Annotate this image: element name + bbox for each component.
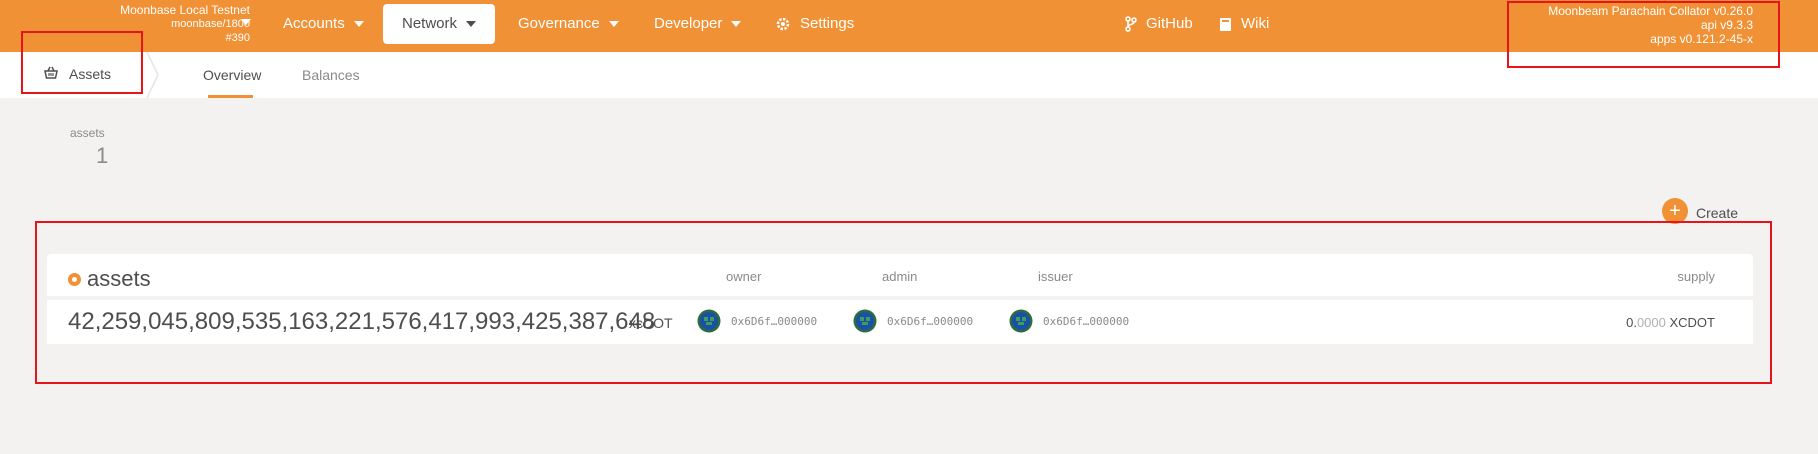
nav-accounts-label: Accounts: [283, 15, 345, 32]
nav-governance[interactable]: Governance: [518, 4, 619, 44]
bullet-icon: [68, 272, 81, 286]
chain-block: #390: [225, 32, 250, 44]
nav-settings[interactable]: Settings: [775, 4, 854, 44]
chevron-down-icon: [353, 21, 364, 27]
asset-id: 42,259,045,809,535,163,221,576,417,993,4…: [68, 308, 656, 335]
tab-balances[interactable]: Balances: [302, 67, 360, 83]
owner-account[interactable]: 0x6D6f…000000: [697, 309, 817, 333]
nav-developer-label: Developer: [654, 15, 723, 32]
supply-unit: XCDOT: [1665, 315, 1715, 330]
gear-icon: [775, 16, 791, 32]
nav-developer[interactable]: Developer: [654, 4, 742, 44]
chain-selector[interactable]: Moonbase Local Testnet moonbase/1800 #39…: [98, 3, 250, 45]
summary-value: 1: [96, 143, 109, 168]
issuer-account[interactable]: 0x6D6f…000000: [1009, 309, 1129, 333]
table-row: 42,259,045,809,535,163,221,576,417,993,4…: [47, 300, 1753, 344]
chevron-down-icon: [466, 21, 477, 27]
chevron-down-icon: [731, 21, 742, 27]
identicon-icon[interactable]: [1009, 309, 1033, 333]
app-label: Assets: [44, 66, 111, 82]
basket-icon: [44, 66, 58, 82]
app-label-text: Assets: [69, 66, 112, 82]
top-bar: Moonbase Local Testnet moonbase/1800 #39…: [0, 0, 1818, 52]
nav-accounts[interactable]: Accounts: [283, 4, 364, 44]
column-owner: owner: [726, 269, 762, 284]
book-icon: [1219, 17, 1232, 32]
table-title: assets: [68, 266, 151, 292]
issuer-address: 0x6D6f…000000: [1043, 314, 1130, 328]
apps-version: apps v0.121.2-45-x: [1650, 32, 1753, 46]
api-version: api v9.3.3: [1700, 18, 1753, 32]
chevron-down-icon[interactable]: [241, 19, 251, 25]
node-version: Moonbeam Parachain Collator v0.26.0: [1548, 4, 1753, 18]
nav-settings-label: Settings: [800, 15, 855, 32]
nav-wiki-label: Wiki: [1241, 15, 1270, 32]
admin-address: 0x6D6f…000000: [887, 314, 974, 328]
supply-decimals: 0000: [1636, 315, 1666, 330]
supply-value: 0.0000 XCDOT: [1626, 315, 1715, 330]
supply-integer: 0.: [1626, 315, 1637, 330]
admin-account[interactable]: 0x6D6f…000000: [853, 309, 973, 333]
code-branch-icon: [1125, 16, 1137, 32]
version-info: Moonbeam Parachain Collator v0.26.0 api …: [1548, 4, 1753, 46]
create-button[interactable]: + Create: [1662, 198, 1738, 224]
chain-name: Moonbase Local Testnet: [120, 3, 250, 17]
active-tab-indicator: [208, 95, 253, 98]
chevron-down-icon: [608, 21, 619, 27]
table-header: assets owner admin issuer supply: [47, 254, 1753, 296]
sub-nav: Assets Overview Balances: [0, 52, 1818, 98]
column-admin: admin: [882, 269, 918, 284]
column-supply: supply: [1677, 269, 1715, 284]
create-label: Create: [1696, 205, 1739, 221]
nav-governance-label: Governance: [518, 15, 600, 32]
owner-address: 0x6D6f…000000: [731, 314, 818, 328]
nav-github-label: GitHub: [1146, 15, 1193, 32]
nav-wiki[interactable]: Wiki: [1219, 4, 1269, 44]
table-title-text: assets: [87, 266, 151, 291]
nav-network-label: Network: [402, 15, 458, 32]
chevron-right-icon: [146, 52, 159, 98]
tab-overview[interactable]: Overview: [203, 67, 261, 83]
summary-label: assets: [70, 126, 105, 140]
chain-runtime: moonbase/1800: [171, 18, 250, 30]
nav-network[interactable]: Network: [383, 4, 496, 44]
asset-symbol: xcDOT: [629, 315, 673, 331]
column-issuer: issuer: [1038, 269, 1073, 284]
plus-icon: +: [1662, 198, 1688, 224]
identicon-icon[interactable]: [853, 309, 877, 333]
nav-github[interactable]: GitHub: [1125, 4, 1193, 44]
identicon-icon[interactable]: [697, 309, 721, 333]
